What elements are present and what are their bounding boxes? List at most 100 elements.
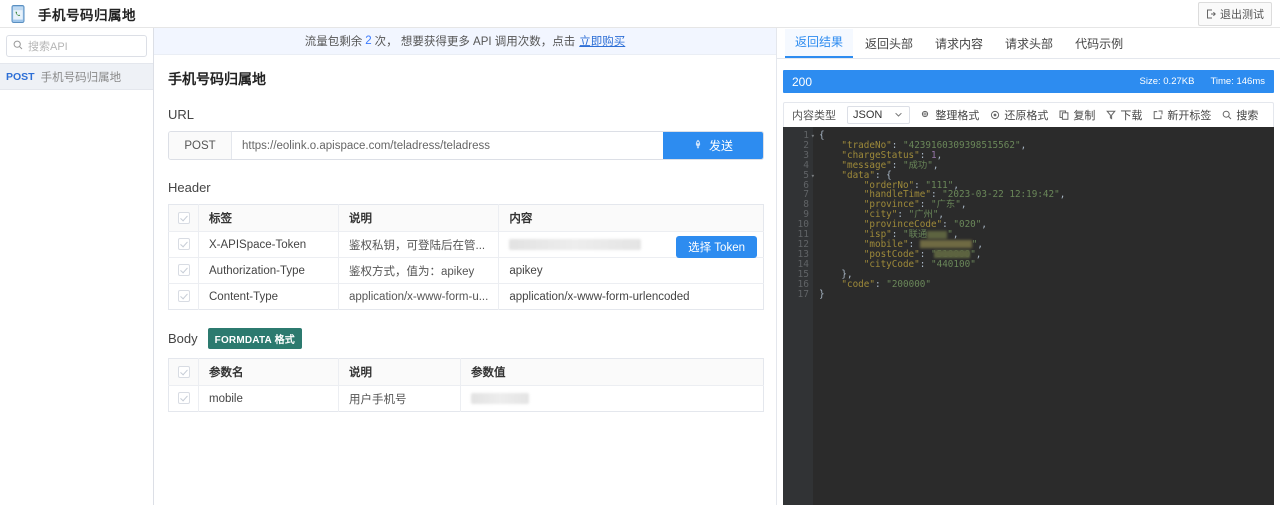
tab-request-headers[interactable]: 请求头部: [995, 31, 1063, 58]
download-button[interactable]: 下载: [1106, 107, 1142, 123]
page-title: 手机号码归属地: [38, 7, 136, 23]
search-icon: [13, 37, 23, 55]
json-provinceCode: 020: [958, 219, 976, 231]
response-tabs: 返回结果 返回头部 请求内容 请求头部 代码示例: [777, 28, 1280, 59]
format-label: 整理格式: [935, 110, 980, 122]
top-bar-right: 退出测试: [1198, 1, 1272, 26]
copy-button[interactable]: 复制: [1059, 107, 1095, 123]
checkbox-icon: [177, 365, 190, 378]
header-table: 标签 说明 内容 X-APISpace-Token 鉴权私钥，可登陆后在管...…: [168, 204, 764, 310]
url-row: POST https://eolink.o.apispace.com/telad…: [168, 131, 764, 160]
fold-icon[interactable]: ▾: [811, 172, 815, 182]
json-cityCode: 440100: [936, 258, 971, 270]
select-token-button[interactable]: 选择 Token: [676, 236, 757, 258]
status-badge: 200 Size: 0.27KB Time: 146ms: [783, 70, 1274, 93]
line-number-gutter: 1 ▾ 2 3 4 5 ▾ 6 7 8 9 10 11 12 13 14 15 16: [783, 127, 815, 505]
body-param-desc: 用户手机号: [338, 385, 461, 412]
body-param-name: mobile: [198, 385, 339, 412]
response-time: Time: 146ms: [1210, 76, 1265, 87]
fold-icon[interactable]: ▾: [811, 132, 815, 142]
tab-request-body[interactable]: 请求内容: [925, 31, 993, 58]
header-col-desc: 说明: [338, 204, 500, 232]
restore-button[interactable]: 还原格式: [990, 107, 1048, 123]
checkbox-icon: [177, 392, 190, 405]
table-header-row: 参数名 说明 参数值: [168, 358, 764, 386]
row-checkbox[interactable]: [168, 385, 199, 412]
search-response-button[interactable]: 搜索: [1222, 107, 1258, 123]
table-row: Content-Type application/x-www-form-u...…: [168, 283, 764, 310]
header-tag: X-APISpace-Token: [198, 231, 339, 258]
header-value-cell[interactable]: 选择 Token: [498, 231, 764, 258]
sidebar-item-api[interactable]: POST 手机号码归属地: [0, 63, 153, 90]
tab-code-sample[interactable]: 代码示例: [1065, 31, 1133, 58]
line-number: 16: [797, 278, 809, 290]
status-code: 200: [792, 74, 813, 89]
row-checkbox[interactable]: [168, 283, 199, 310]
redacted-mobile-value: [471, 392, 529, 404]
new-tab-label: 新开标签: [1167, 110, 1212, 122]
center-panel: 流量包剩余 2 次， 想要获得更多 API 调用次数，点击 立即购买 手机号码归…: [154, 28, 776, 505]
search-icon: [1222, 110, 1232, 120]
download-label: 下载: [1120, 110, 1143, 122]
body-param-value-cell[interactable]: [461, 386, 764, 412]
body-section-label: Body: [168, 331, 198, 346]
checkbox-icon: [177, 238, 190, 251]
download-icon: [1106, 110, 1117, 120]
status-meta: Size: 0.27KB Time: 146ms: [1140, 76, 1265, 87]
row-checkbox[interactable]: [168, 257, 199, 284]
notice-count: 2: [365, 35, 372, 47]
header-desc: 鉴权方式，值为：apikey: [338, 257, 500, 284]
send-button[interactable]: 发送: [663, 132, 763, 159]
response-code-editor[interactable]: 1 ▾ 2 3 4 5 ▾ 6 7 8 9 10 11 12 13 14 15 16: [783, 127, 1274, 505]
header-select-all-checkbox[interactable]: [168, 204, 199, 232]
header-value[interactable]: apikey: [498, 257, 764, 284]
http-method-select[interactable]: POST: [169, 132, 232, 159]
header-value[interactable]: application/x-www-form-urlencoded: [499, 284, 764, 310]
header-col-tag: 标签: [198, 204, 339, 232]
line-number: 17: [797, 288, 809, 300]
restore-label: 还原格式: [1004, 110, 1049, 122]
response-size: Size: 0.27KB: [1139, 76, 1195, 87]
chevron-down-icon: [894, 110, 904, 120]
rocket-icon: [693, 139, 703, 153]
logout-button[interactable]: 退出测试: [1198, 1, 1272, 26]
header-desc: application/x-www-form-u...: [338, 283, 500, 310]
redacted-postcode-overlay: [934, 250, 971, 259]
api-name-label: 手机号码归属地: [40, 71, 122, 84]
restore-icon: [990, 110, 1000, 120]
body-col-name: 参数名: [198, 358, 339, 386]
new-tab-button[interactable]: 新开标签: [1153, 107, 1211, 123]
row-checkbox[interactable]: [168, 231, 199, 258]
content-type-select[interactable]: JSON: [847, 106, 911, 124]
notice-middle: 次， 想要获得更多 API 调用次数，点击: [374, 36, 576, 48]
logout-label: 退出测试: [1220, 8, 1264, 21]
copy-icon: [1059, 110, 1069, 120]
header-tag: Authorization-Type: [198, 257, 339, 284]
header-desc: 鉴权私钥，可登陆后在管...: [338, 231, 500, 258]
top-bar: 手机号码归属地 退出测试: [0, 0, 1280, 28]
sidebar: 搜索API POST 手机号码归属地: [0, 28, 154, 505]
logout-icon: [1206, 9, 1216, 19]
quota-notice: 流量包剩余 2 次， 想要获得更多 API 调用次数，点击 立即购买: [154, 28, 776, 55]
url-input[interactable]: https://eolink.o.apispace.com/teladress/…: [232, 132, 663, 159]
redacted-token-value: [509, 238, 642, 250]
buy-now-link[interactable]: 立即购买: [579, 33, 625, 49]
json-code-content: { "tradeNo": "4239160309398515562", "cha…: [819, 130, 1066, 300]
body-col-desc: 说明: [338, 358, 461, 386]
notice-prefix: 流量包剩余: [304, 36, 363, 48]
body-select-all-checkbox[interactable]: [168, 358, 199, 386]
content-type-label: 内容类型: [792, 110, 836, 122]
table-row: mobile 用户手机号: [168, 385, 764, 412]
table-row: X-APISpace-Token 鉴权私钥，可登陆后在管... 选择 Token: [168, 231, 764, 258]
response-toolbar: 内容类型 JSON 整理格式 还原格式 复制 下载 新开标签 搜索: [783, 102, 1274, 127]
checkbox-icon: [177, 264, 190, 277]
format-icon: [921, 110, 931, 120]
format-button[interactable]: 整理格式: [921, 107, 979, 123]
tab-response-body[interactable]: 返回结果: [785, 29, 854, 58]
checkbox-icon: [177, 211, 190, 224]
body-wrapper: 搜索API POST 手机号码归属地 流量包剩余 2 次， 想要获得更多 API…: [0, 28, 1280, 505]
json-message: 成功: [908, 159, 928, 171]
header-tag: Content-Type: [198, 283, 339, 310]
search-input[interactable]: 搜索API: [6, 35, 147, 57]
tab-response-headers[interactable]: 返回头部: [855, 31, 923, 58]
